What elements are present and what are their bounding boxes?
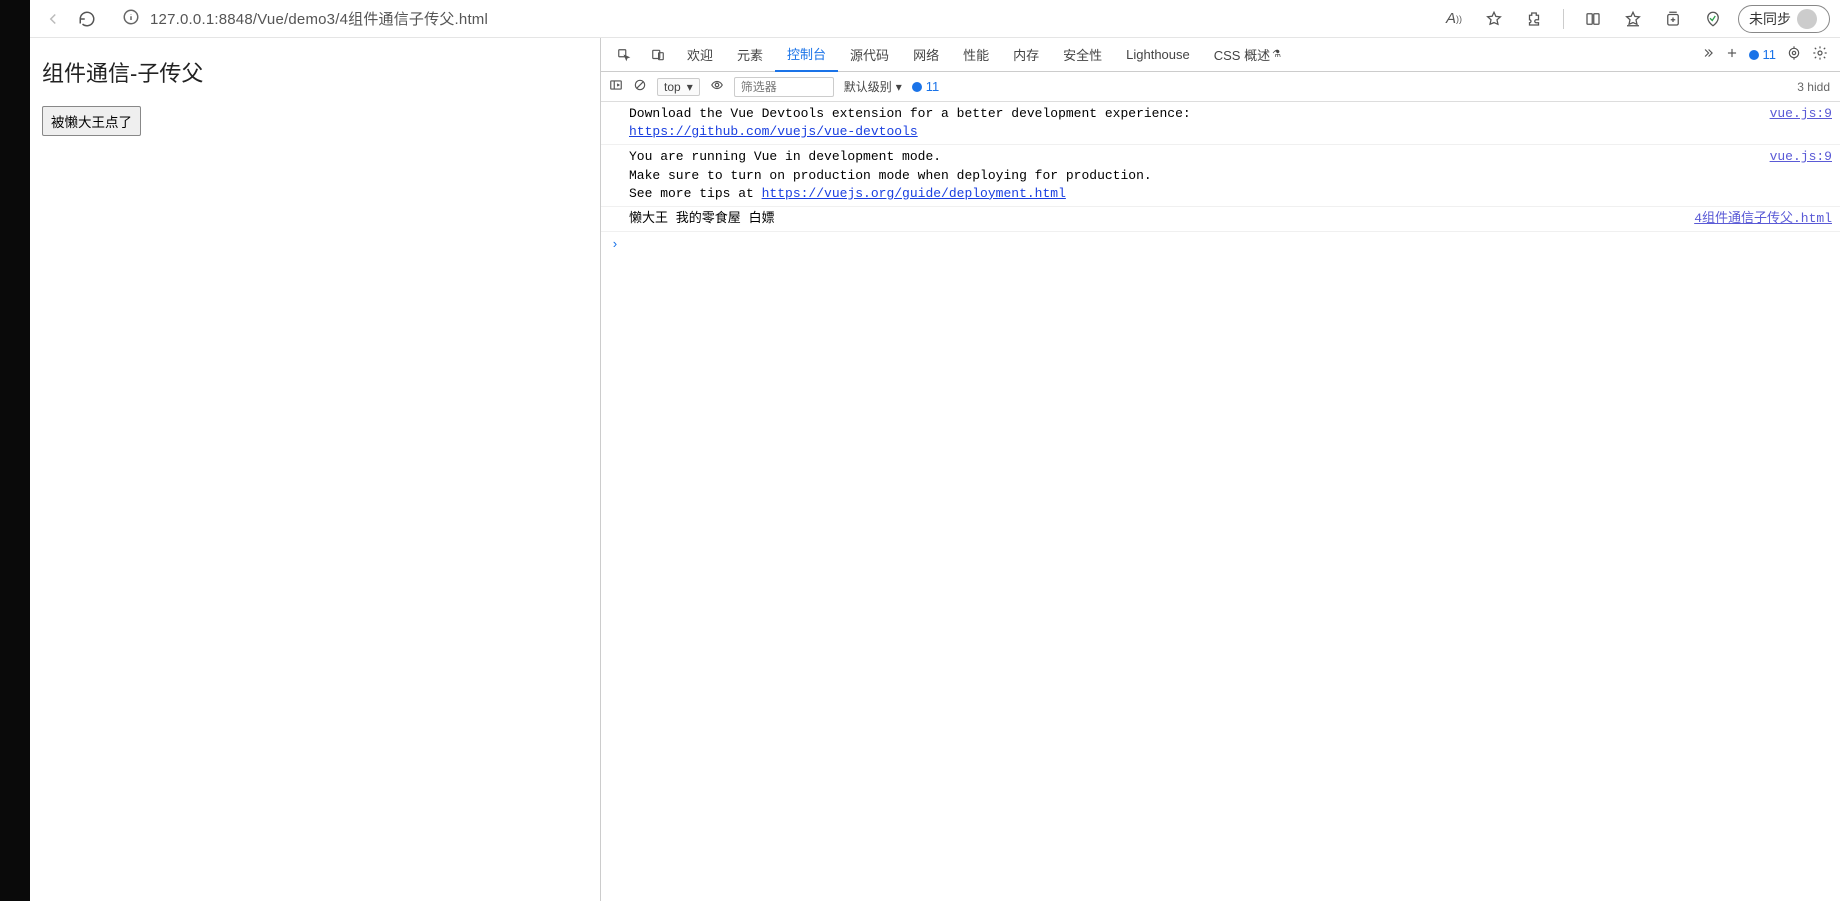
- hidden-count: 3 hidd: [1797, 80, 1832, 94]
- tab-memory[interactable]: 内存: [1001, 38, 1051, 72]
- performance-button[interactable]: [1698, 2, 1728, 36]
- console-log-row: Download the Vue Devtools extension for …: [601, 102, 1840, 145]
- devtools-tabs: 欢迎 元素 控制台 源代码 网络 性能 内存 安全性 Lighthouse CS…: [601, 38, 1840, 72]
- favorite-button[interactable]: [1479, 2, 1509, 36]
- more-tabs-icon[interactable]: [1701, 46, 1715, 63]
- inspect-element-icon[interactable]: [607, 38, 641, 72]
- site-info-icon[interactable]: [122, 8, 140, 29]
- console-body: Download the Vue Devtools extension for …: [601, 102, 1840, 901]
- console-log-link[interactable]: https://vuejs.org/guide/deployment.html: [762, 186, 1066, 201]
- context-selector[interactable]: top ▾: [657, 78, 700, 96]
- back-button[interactable]: [36, 2, 70, 36]
- tab-lighthouse[interactable]: Lighthouse: [1114, 38, 1202, 72]
- sync-button[interactable]: 未同步: [1738, 5, 1830, 33]
- settings-gear-icon[interactable]: [1812, 45, 1828, 64]
- console-log-message: You are running Vue in development mode.…: [629, 148, 1758, 203]
- page-content: 组件通信-子传父 被懒大王点了: [30, 38, 600, 901]
- console-log-source: 4组件通信子传父.html: [1682, 210, 1832, 228]
- console-log-row: 懒大王 我的零食屋 白嫖 4组件通信子传父.html: [601, 207, 1840, 232]
- extensions-button[interactable]: [1519, 2, 1549, 36]
- browser-toolbar: 127.0.0.1:8848/Vue/demo3/4组件通信子传父.html A…: [30, 0, 1840, 38]
- read-aloud-button[interactable]: A)): [1439, 2, 1469, 36]
- console-log-source: vue.js:9: [1758, 105, 1832, 141]
- log-level-selector[interactable]: 默认级别 ▾: [844, 78, 902, 95]
- split-screen-button[interactable]: [1578, 2, 1608, 36]
- console-log-source: vue.js:9: [1758, 148, 1832, 203]
- live-expression-icon[interactable]: [710, 78, 724, 95]
- console-filterbar: top ▾ 默认级别 ▾ 11 3 hidd: [601, 72, 1840, 102]
- info-dot-icon: [912, 82, 922, 92]
- address-bar[interactable]: 127.0.0.1:8848/Vue/demo3/4组件通信子传父.html: [104, 4, 1439, 34]
- sync-label: 未同步: [1749, 9, 1791, 29]
- tab-network[interactable]: 网络: [901, 38, 951, 72]
- favorites-bar-button[interactable]: [1618, 2, 1648, 36]
- chevron-down-icon: ▾: [896, 80, 902, 94]
- devtools-panel: 欢迎 元素 控制台 源代码 网络 性能 内存 安全性 Lighthouse CS…: [600, 38, 1840, 901]
- page-title: 组件通信-子传父: [42, 56, 588, 88]
- reload-button[interactable]: [70, 2, 104, 36]
- prompt-chevron-icon: ›: [611, 237, 619, 252]
- info-dot-icon: [1749, 50, 1759, 60]
- device-toolbar-icon[interactable]: [641, 38, 675, 72]
- console-source-link[interactable]: vue.js:9: [1770, 106, 1832, 121]
- tab-console[interactable]: 控制台: [775, 38, 838, 72]
- profile-icon: [1797, 9, 1817, 29]
- console-source-link[interactable]: vue.js:9: [1770, 149, 1832, 164]
- console-source-link[interactable]: 4组件通信子传父.html: [1694, 211, 1832, 226]
- console-log-row: You are running Vue in development mode.…: [601, 145, 1840, 207]
- collections-button[interactable]: [1658, 2, 1688, 36]
- chevron-down-icon: ▾: [687, 80, 693, 94]
- url-text: 127.0.0.1:8848/Vue/demo3/4组件通信子传父.html: [150, 8, 488, 29]
- add-tab-icon[interactable]: [1725, 46, 1739, 63]
- left-black-strip: [0, 0, 30, 901]
- tab-sources[interactable]: 源代码: [838, 38, 901, 72]
- tab-performance[interactable]: 性能: [951, 38, 1001, 72]
- console-prompt[interactable]: ›: [601, 232, 1840, 258]
- console-log-message: 懒大王 我的零食屋 白嫖: [629, 210, 1682, 228]
- filter-input[interactable]: [734, 77, 834, 97]
- tab-css-overview[interactable]: CSS 概述⚗: [1202, 38, 1293, 72]
- page-action-button[interactable]: 被懒大王点了: [42, 106, 141, 136]
- tab-welcome[interactable]: 欢迎: [675, 38, 725, 72]
- issues-badge[interactable]: 11: [1749, 47, 1777, 62]
- tab-security[interactable]: 安全性: [1051, 38, 1114, 72]
- console-sidebar-toggle-icon[interactable]: [609, 78, 623, 95]
- flask-icon: ⚗: [1272, 49, 1281, 60]
- console-log-message: Download the Vue Devtools extension for …: [629, 105, 1758, 141]
- clear-console-icon[interactable]: [633, 78, 647, 95]
- console-info-count[interactable]: 11: [912, 79, 940, 94]
- tab-elements[interactable]: 元素: [725, 38, 775, 72]
- console-log-link[interactable]: https://github.com/vuejs/vue-devtools: [629, 124, 918, 139]
- toolbar-divider: [1563, 9, 1564, 29]
- settings-customize-icon[interactable]: [1786, 45, 1802, 64]
